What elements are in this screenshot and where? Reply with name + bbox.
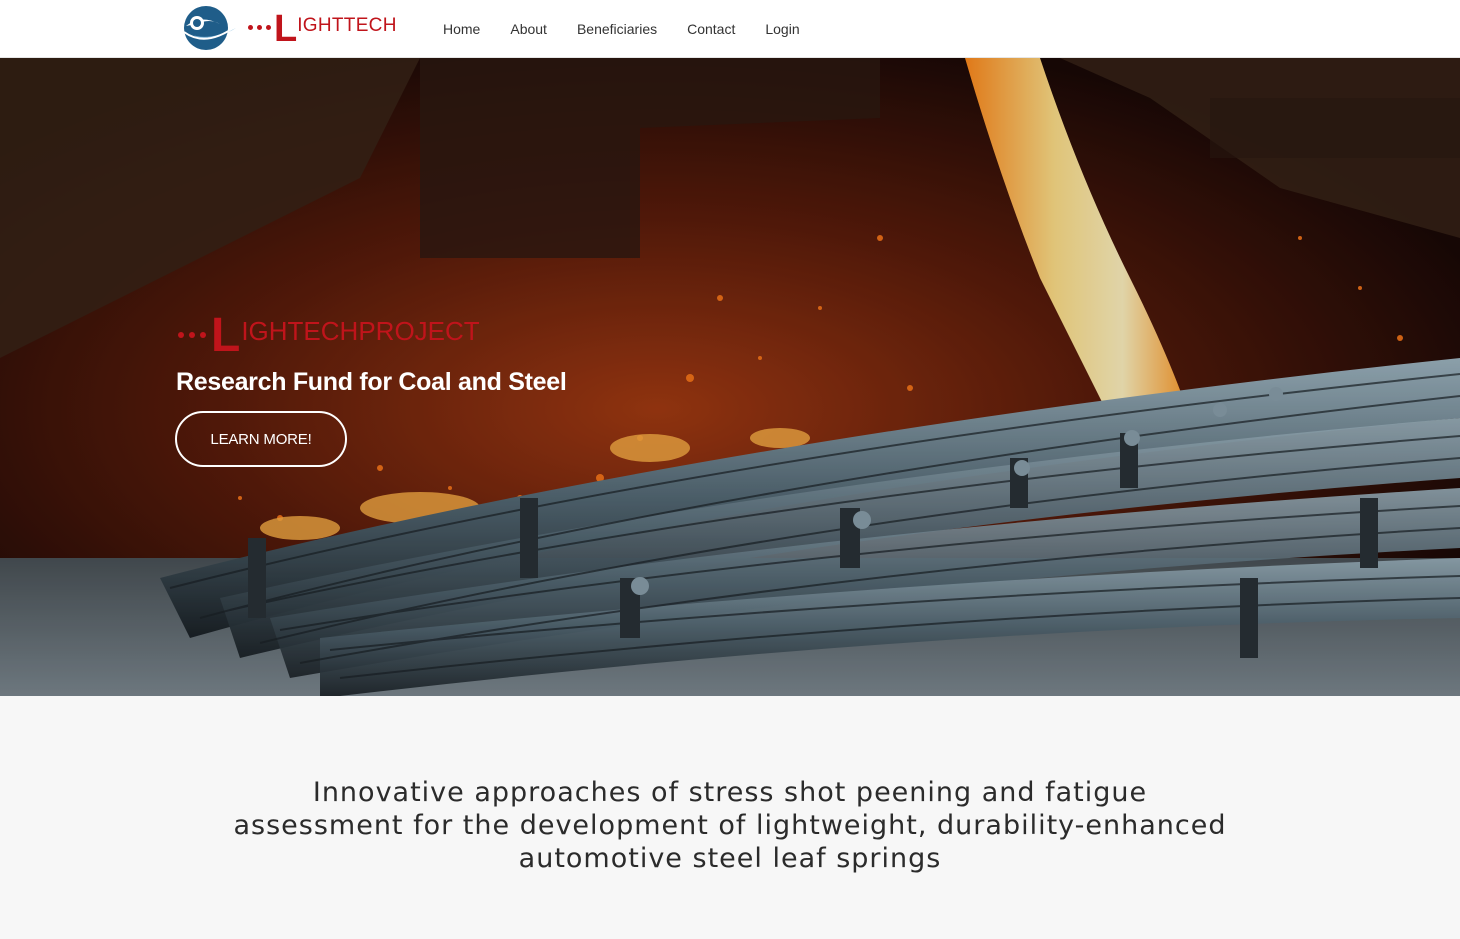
project-title: Innovative approaches of stress shot pee…	[233, 777, 1227, 874]
nav-beneficiaries[interactable]: Beneficiaries	[562, 21, 672, 37]
nav-home[interactable]: Home	[428, 21, 495, 37]
logo-initial: L	[274, 8, 297, 50]
nav-about[interactable]: About	[495, 21, 562, 37]
site-logo[interactable]: L IGHTTECH	[248, 8, 397, 50]
main-nav: Home About Beneficiaries Contact Login	[428, 0, 815, 58]
intro-section: Innovative approaches of stress shot pee…	[0, 697, 1460, 939]
logo-emblem-icon[interactable]	[180, 4, 238, 52]
learn-more-button[interactable]: LEARN MORE!	[175, 411, 347, 467]
hero-logo-text: IGHTECHPROJECT	[241, 316, 480, 346]
hero-project-logo: L IGHTECHPROJECT	[178, 309, 480, 362]
hero-banner: L IGHTECHPROJECT Research Fund for Coal …	[0, 58, 1460, 696]
site-header: L IGHTTECH Home About Beneficiaries Cont…	[0, 0, 1460, 58]
nav-contact[interactable]: Contact	[672, 21, 750, 37]
hero-logo-dots	[178, 332, 206, 338]
hero-subtitle: Research Fund for Coal and Steel	[176, 368, 567, 396]
hero-logo-initial: L	[211, 309, 241, 362]
logo-text: IGHTTECH	[297, 15, 397, 36]
nav-login[interactable]: Login	[750, 21, 814, 37]
logo-dots	[248, 25, 271, 30]
